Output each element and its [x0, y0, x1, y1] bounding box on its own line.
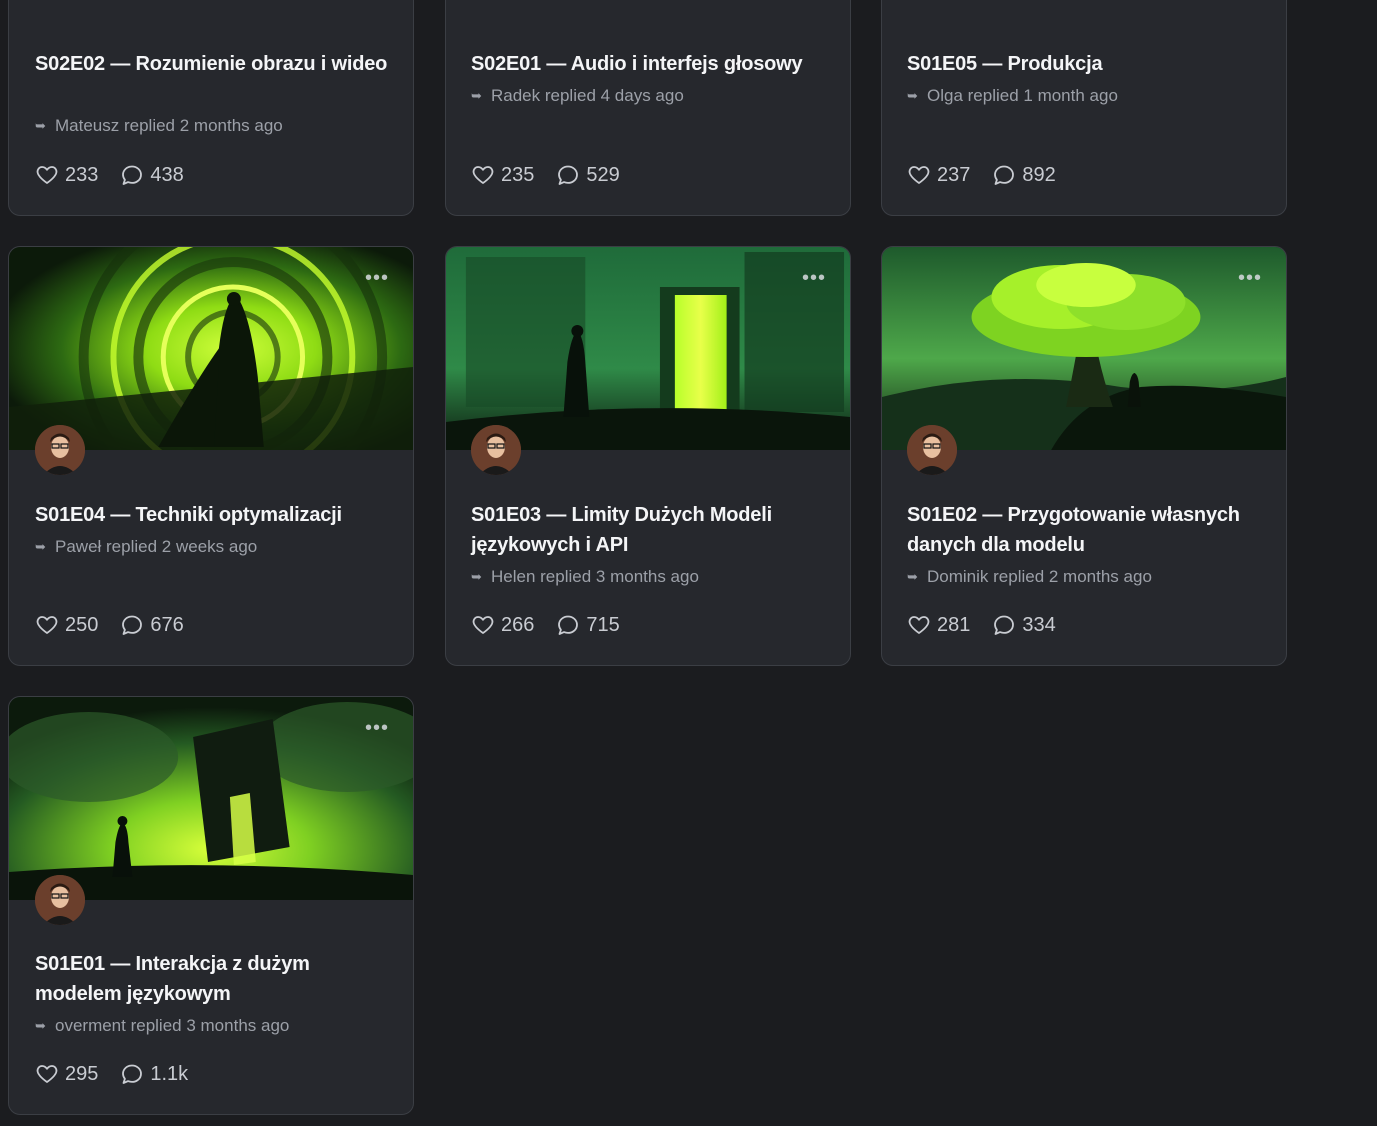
like-button[interactable]: 295: [35, 1062, 98, 1086]
last-reply-text: Radek replied 4 days ago: [491, 86, 684, 105]
last-reply: ➥ Dominik replied 2 months ago: [907, 567, 1152, 587]
post-card[interactable]: ••• S01E02 — Przygotowanie własnych dany…: [881, 246, 1287, 666]
post-card[interactable]: S01E05 — Produkcja ➥ Olga replied 1 month…: [881, 0, 1287, 216]
last-reply: ➥ Olga replied 1 month ago: [907, 86, 1118, 106]
reply-arrow-icon: ➥: [907, 88, 918, 103]
like-button[interactable]: 281: [907, 613, 970, 637]
post-cover-image: [9, 247, 413, 450]
post-stats: 235 529: [471, 163, 642, 187]
post-stats: 250 676: [35, 613, 206, 637]
post-title[interactable]: S02E01 — Audio i interfejs głosowy: [471, 49, 831, 79]
post-title[interactable]: S01E05 — Produkcja: [907, 49, 1267, 79]
comment-count: 676: [150, 613, 184, 636]
heart-icon: [908, 616, 930, 634]
like-count: 237: [937, 163, 971, 186]
comment-count: 334: [1022, 613, 1056, 636]
post-card[interactable]: S02E01 — Audio i interfejs głosowy ➥ Rade…: [445, 0, 851, 216]
heart-icon: [36, 1065, 58, 1083]
last-reply-text: Olga replied 1 month ago: [927, 86, 1118, 105]
more-dots-icon[interactable]: •••: [365, 718, 389, 738]
reply-arrow-icon: ➥: [35, 118, 46, 133]
like-button[interactable]: 266: [471, 613, 534, 637]
avatar: [35, 875, 85, 925]
last-reply-text: overment replied 3 months ago: [55, 1016, 290, 1035]
post-title[interactable]: S01E03 — Limity Dużych Modeli językowych…: [471, 500, 831, 560]
avatar: [907, 425, 957, 475]
post-stats: 237 892: [907, 163, 1078, 187]
more-dots-icon[interactable]: •••: [802, 268, 826, 288]
comment-bubble-icon: [558, 615, 579, 635]
like-button[interactable]: 237: [907, 163, 970, 187]
post-card[interactable]: ••• S01E01 — Interakcja z dużym modelem …: [8, 696, 414, 1115]
post-stats: 233 438: [35, 163, 206, 187]
like-button[interactable]: 233: [35, 163, 98, 187]
last-reply-text: Mateusz replied 2 months ago: [55, 116, 283, 135]
comments-button[interactable]: 892: [992, 163, 1056, 187]
heart-icon: [36, 616, 58, 634]
last-reply: ➥ Helen replied 3 months ago: [471, 567, 699, 587]
reply-arrow-icon: ➥: [471, 569, 482, 584]
post-title[interactable]: S01E01 — Interakcja z dużym modelem języ…: [35, 949, 395, 1009]
post-title[interactable]: S02E02 — Rozumienie obrazu i wideo: [35, 49, 395, 79]
like-count: 250: [65, 613, 99, 636]
last-reply-text: Paweł replied 2 weeks ago: [55, 537, 258, 556]
like-count: 281: [937, 613, 971, 636]
post-card[interactable]: S02E02 — Rozumienie obrazu i wideo ➥ Mate…: [8, 0, 414, 216]
comment-bubble-icon: [122, 615, 143, 635]
comment-count: 438: [150, 163, 184, 186]
heart-icon: [908, 166, 930, 184]
reply-arrow-icon: ➥: [35, 539, 46, 554]
comment-bubble-icon: [122, 165, 143, 185]
like-button[interactable]: 235: [471, 163, 534, 187]
like-button[interactable]: 250: [35, 613, 98, 637]
comment-count: 892: [1022, 163, 1056, 186]
last-reply-text: Helen replied 3 months ago: [491, 567, 699, 586]
comment-bubble-icon: [994, 615, 1015, 635]
reply-arrow-icon: ➥: [35, 1018, 46, 1033]
post-stats: 281 334: [907, 613, 1078, 637]
post-cover-image: [882, 247, 1286, 450]
like-count: 233: [65, 163, 99, 186]
comment-count: 1.1k: [150, 1062, 189, 1085]
last-reply-text: Dominik replied 2 months ago: [927, 567, 1152, 586]
avatar: [471, 425, 521, 475]
post-stats: 266 715: [471, 613, 642, 637]
more-dots-icon[interactable]: •••: [1238, 268, 1262, 288]
like-count: 235: [501, 163, 535, 186]
post-card[interactable]: ••• S01E04 — Techniki optymalizacji ➥ Paw…: [8, 246, 414, 666]
post-cover-image: [9, 697, 413, 900]
heart-icon: [36, 166, 58, 184]
more-dots-icon[interactable]: •••: [365, 268, 389, 288]
comments-button[interactable]: 715: [556, 613, 620, 637]
comments-button[interactable]: 1.1k: [120, 1062, 188, 1086]
last-reply: ➥ Paweł replied 2 weeks ago: [35, 537, 257, 557]
comments-button[interactable]: 676: [120, 613, 184, 637]
last-reply: ➥ Mateusz replied 2 months ago: [35, 116, 283, 136]
comments-button[interactable]: 334: [992, 613, 1056, 637]
post-title[interactable]: S01E02 — Przygotowanie własnych danych d…: [907, 500, 1267, 560]
heart-icon: [472, 166, 494, 184]
comments-button[interactable]: 529: [556, 163, 620, 187]
comment-count: 715: [586, 613, 620, 636]
comment-bubble-icon: [122, 1064, 143, 1084]
post-title[interactable]: S01E04 — Techniki optymalizacji: [35, 500, 395, 530]
like-count: 295: [65, 1062, 99, 1085]
last-reply: ➥ overment replied 3 months ago: [35, 1016, 289, 1036]
comments-button[interactable]: 438: [120, 163, 184, 187]
avatar: [35, 425, 85, 475]
comment-count: 529: [586, 163, 620, 186]
last-reply: ➥ Radek replied 4 days ago: [471, 86, 684, 106]
heart-icon: [472, 616, 494, 634]
comment-bubble-icon: [994, 165, 1015, 185]
post-card[interactable]: ••• S01E03 — Limity Dużych Modeli języko…: [445, 246, 851, 666]
post-stats: 295 1.1k: [35, 1062, 210, 1086]
reply-arrow-icon: ➥: [907, 569, 918, 584]
like-count: 266: [501, 613, 535, 636]
post-cover-image: [446, 247, 850, 450]
comment-bubble-icon: [558, 165, 579, 185]
reply-arrow-icon: ➥: [471, 88, 482, 103]
